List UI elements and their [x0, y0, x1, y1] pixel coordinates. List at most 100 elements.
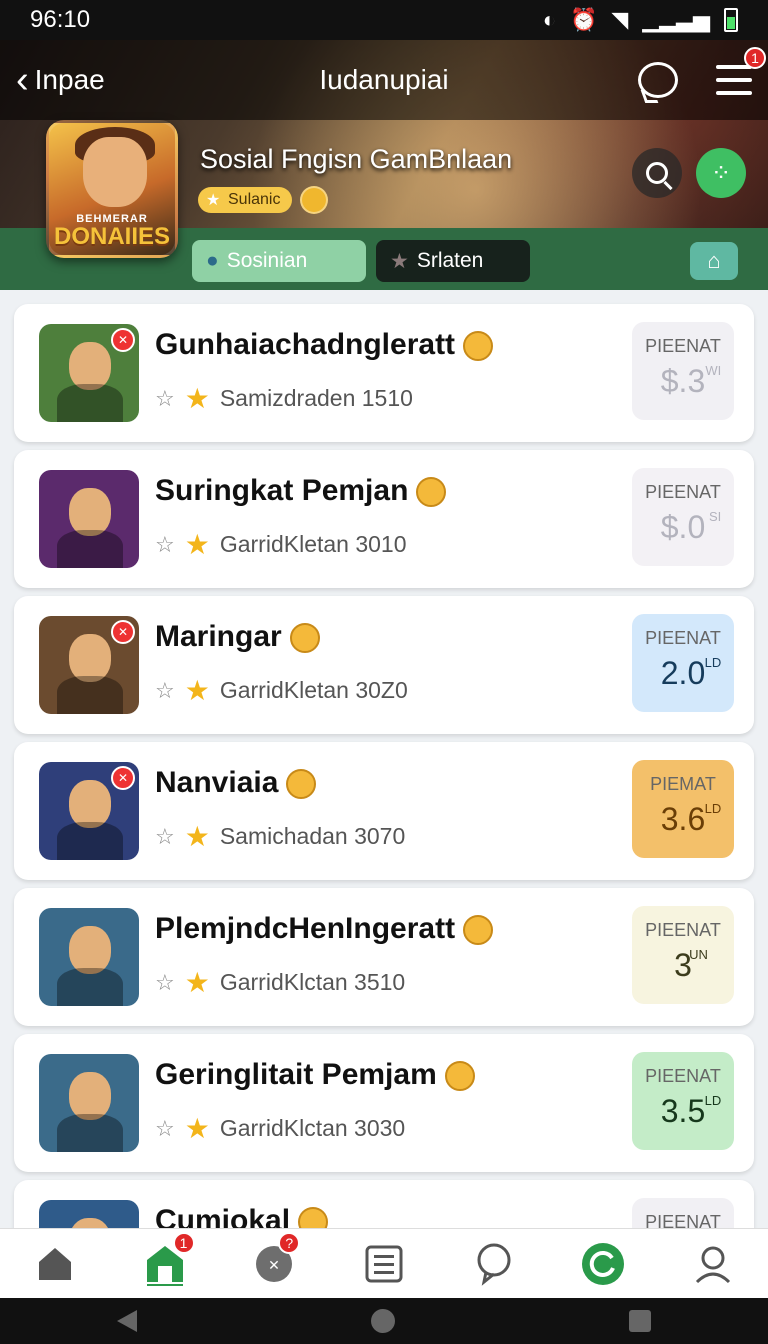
game-thumbnail: ✕	[39, 324, 139, 422]
star-outline-icon[interactable]: ☆	[155, 1116, 175, 1142]
game-card[interactable]: Suringkat Pemjan ☆ ★ GarridKletan 3010 PIEEN…	[14, 450, 754, 588]
alert-icon: ✕	[111, 620, 135, 644]
menu-button[interactable]: 1	[716, 47, 766, 95]
game-meta: ☆ ★ GarridKletan 30Z0	[155, 674, 408, 707]
character-head	[69, 634, 111, 682]
price-label: PIEENAT	[645, 482, 721, 502]
price-tag[interactable]: PIEENAT $.0 SI	[632, 468, 734, 566]
emoji-icon	[289, 623, 320, 654]
character-body	[57, 530, 123, 568]
price-tag[interactable]: PIEMAT 3.6 LD	[632, 760, 734, 858]
game-card[interactable]: Geringlitait Pemjam ☆ ★ GarridKlctan 3030 PI…	[14, 1034, 754, 1172]
nav-games[interactable]: ✕ ?	[244, 1231, 304, 1294]
character-body	[57, 676, 123, 714]
price-label: PIEENAT	[645, 920, 721, 940]
status-bar: 96:10 ◐ ⏰ ◥ ▁▂▃▅	[0, 0, 768, 40]
star-icon: ★	[184, 967, 210, 998]
game-thumbnail	[39, 908, 139, 1006]
emoji-icon	[444, 1061, 475, 1092]
rank-chip[interactable]: Sulanic	[198, 187, 293, 213]
app-name: Sosial Fngisn GamBnlaan	[200, 144, 513, 174]
person-icon: ●	[206, 249, 219, 272]
chat-bubble-icon	[477, 1243, 511, 1286]
star-outline-icon[interactable]: ☆	[155, 386, 175, 412]
system-back-icon[interactable]	[117, 1310, 137, 1332]
game-subtitle: Samizdraden 1510	[219, 385, 413, 411]
star-outline-icon[interactable]: ☆	[155, 532, 175, 558]
character-head	[69, 342, 111, 390]
more-button[interactable]: ⁘	[696, 148, 746, 198]
signal-icon: ▁▂▃▅	[642, 7, 710, 32]
star-outline-icon[interactable]: ☆	[155, 824, 175, 850]
character-body	[57, 1114, 123, 1152]
app-icon[interactable]: BEHMERAR DONAIIES	[46, 120, 178, 258]
price-tag[interactable]: PIEENAT 2.0 LD	[632, 614, 734, 712]
chat-icon[interactable]	[638, 62, 678, 98]
price-value: 3.5 LD	[660, 1093, 722, 1129]
game-subtitle: Samichadan 3070	[219, 823, 406, 849]
chevron-left-icon: ‹	[16, 59, 29, 101]
star-icon: ★	[390, 249, 409, 273]
wifi-icon: ◥	[611, 7, 629, 32]
nav-home[interactable]	[25, 1234, 85, 1294]
star-icon: ★	[184, 821, 210, 852]
price-unit: UN	[689, 947, 708, 962]
store-badge: 1	[172, 1231, 195, 1254]
game-card[interactable]: ✕ Gunhaiachadngleratt ☆ ★ Samizdraden 1510 PI…	[14, 304, 754, 442]
system-home-icon[interactable]	[371, 1309, 395, 1333]
search-icon	[646, 162, 668, 184]
battery-icon	[724, 8, 738, 32]
system-nav-bar	[0, 1298, 768, 1344]
game-subtitle: GarridKlctan 3510	[219, 969, 406, 995]
tab-label: Srlaten	[416, 249, 484, 272]
back-label: Inpae	[34, 64, 105, 95]
price-value: 3.6 LD	[660, 801, 722, 837]
star-outline-icon[interactable]: ☆	[155, 970, 175, 996]
alarm-icon: ⏰	[569, 7, 598, 32]
star-outline-icon[interactable]: ☆	[155, 678, 175, 704]
nav-profile[interactable]	[683, 1234, 743, 1294]
nav-refresh[interactable]	[573, 1234, 633, 1294]
game-title: Maringar	[155, 620, 320, 654]
price-tag[interactable]: PIEENAT 3 UN	[632, 906, 734, 1004]
home-shortcut-button[interactable]: ⌂	[690, 242, 738, 280]
tab-sosinian[interactable]: ● Sosinian	[192, 240, 366, 282]
price-tag[interactable]: PIEENAT $.3 WI	[632, 322, 734, 420]
tab-label: Sosinian	[226, 249, 308, 272]
app-icon-logo: DONAIIES	[53, 223, 170, 250]
game-card[interactable]: ✕ Nanviaia ☆ ★ Samichadan 3070 PIEMAT 3.6 LD	[14, 742, 754, 880]
nav-chat[interactable]	[464, 1234, 524, 1294]
nav-list[interactable]	[354, 1234, 414, 1294]
game-card[interactable]: PlemjndcHenIngeratt ☆ ★ GarridKlctan 3510 PI…	[14, 888, 754, 1026]
price-unit: SI	[708, 509, 722, 524]
game-thumbnail: ✕	[39, 616, 139, 714]
price-label: PIEMAT	[650, 774, 716, 794]
star-icon: ★	[184, 1113, 210, 1144]
game-subtitle: GarridKletan 3010	[219, 531, 407, 557]
game-meta: ☆ ★ Samizdraden 1510	[155, 382, 413, 415]
emoji-icon	[463, 915, 494, 946]
price-value: $.0 SI	[660, 509, 722, 545]
price-tag[interactable]: PIEENAT 3.5 LD	[632, 1052, 734, 1150]
game-thumbnail	[39, 1054, 139, 1152]
top-nav-bar: ‹ Inpae Iudanupiai 1	[0, 40, 768, 120]
character-head	[69, 1072, 111, 1120]
game-title: Nanviaia	[155, 766, 317, 800]
character-body	[57, 384, 123, 422]
game-list: ✕ Gunhaiachadngleratt ☆ ★ Samizdraden 1510 PI…	[14, 304, 754, 1326]
game-card[interactable]: ✕ Maringar ☆ ★ GarridKletan 30Z0 PIEENAT 2.0 LD	[14, 596, 754, 734]
nfc-icon: ◐	[542, 7, 556, 32]
nav-store[interactable]: 1	[135, 1231, 195, 1294]
status-icons: ◐ ⏰ ◥ ▁▂▃▅	[543, 7, 738, 33]
game-meta: ☆ ★ GarridKlctan 3030	[155, 1112, 405, 1145]
system-recents-icon[interactable]	[629, 1310, 651, 1332]
alert-icon: ✕	[111, 766, 135, 790]
emoji-icon	[463, 331, 494, 362]
search-button[interactable]	[632, 148, 682, 198]
price-value: 3 UN	[674, 947, 708, 983]
tab-srlaten[interactable]: ★ Srlaten	[376, 240, 530, 282]
star-icon: ★	[184, 383, 210, 414]
back-button[interactable]: ‹ Inpae	[16, 61, 105, 99]
menu-badge: 1	[744, 47, 766, 69]
svg-text:✕: ✕	[268, 1257, 280, 1273]
